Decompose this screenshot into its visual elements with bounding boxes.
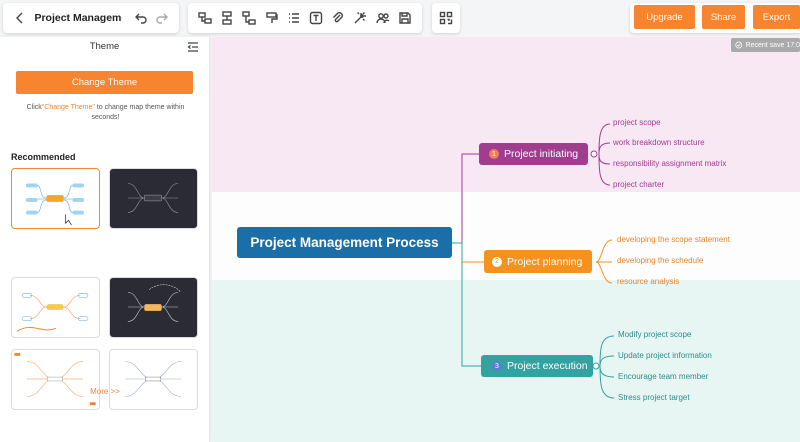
change-theme-hint: Click"Change Theme" to change map theme … (26, 104, 185, 121)
save-status-badge: Recent save 17:0 (731, 38, 800, 52)
check-circle-icon (735, 41, 743, 49)
central-topic[interactable]: Project Management Process (237, 227, 452, 258)
share-button[interactable]: Share (702, 5, 745, 29)
subtopic-icon[interactable] (216, 7, 238, 29)
theme-thumbnail-3[interactable] (11, 277, 100, 338)
branch-label: Project initiating (504, 148, 579, 160)
branch-project-execution[interactable]: 3 Project execution (481, 355, 593, 377)
collaborate-icon[interactable] (372, 7, 394, 29)
theme-thumbnail-6[interactable] (109, 349, 198, 410)
leaf-topic[interactable]: Encourage team member (618, 372, 708, 381)
theme-thumbnail-4[interactable] (109, 277, 198, 338)
leaf-topic[interactable]: Modify project scope (618, 330, 691, 339)
leaf-topic[interactable]: project charter (613, 180, 664, 189)
undo-icon[interactable] (130, 7, 151, 29)
theme-thumbnail-5[interactable] (11, 349, 100, 410)
format-painter-icon[interactable] (261, 7, 283, 29)
attachment-icon[interactable] (327, 7, 349, 29)
branch-label: Project execution (507, 360, 588, 372)
list-icon[interactable] (283, 7, 305, 29)
redo-icon[interactable] (152, 7, 173, 29)
theme-panel: Theme Change Theme Click"Change Theme" t… (0, 37, 210, 442)
branch-number: 2 (492, 256, 502, 267)
change-theme-button[interactable]: Change Theme (16, 71, 193, 94)
branch-number: 3 (492, 361, 502, 371)
back-icon[interactable] (9, 7, 30, 29)
panel-title: Theme (89, 41, 120, 52)
more-themes-link[interactable]: More >> (0, 387, 210, 396)
text-icon[interactable] (305, 7, 327, 29)
leaf-topic[interactable]: developing the schedule (617, 256, 703, 265)
leaf-topic[interactable]: responsibility assignment matrix (613, 159, 726, 168)
leaf-topic[interactable]: work breakdown structure (613, 138, 705, 147)
magic-icon[interactable] (349, 7, 371, 29)
floating-topic-icon[interactable] (238, 7, 260, 29)
branch-label: Project planning (507, 255, 583, 268)
recommended-heading: Recommended (11, 152, 76, 162)
leaf-topic[interactable]: project scope (613, 118, 661, 127)
upgrade-button[interactable]: Upgrade (634, 5, 695, 29)
leaf-topic[interactable]: developing the scope statement (617, 235, 730, 244)
branch-number: 1 (489, 149, 499, 159)
export-button[interactable]: Export (753, 5, 800, 29)
collapse-panel-icon[interactable] (187, 41, 199, 53)
qr-code-icon[interactable] (435, 7, 457, 29)
branch-project-initiating[interactable]: 1 Project initiating (479, 143, 588, 165)
title-toolbar: Project Management ... (3, 3, 179, 33)
save-icon[interactable] (394, 7, 416, 29)
leaf-topic[interactable]: Update project information (618, 351, 712, 360)
topic-icon[interactable] (194, 7, 216, 29)
insert-toolbar (188, 3, 422, 33)
theme-thumbnail-1[interactable] (11, 168, 100, 229)
document-title[interactable]: Project Management ... (34, 12, 122, 24)
leaf-topic[interactable]: resource analysis (617, 277, 679, 286)
leaf-topic[interactable]: Stress project target (618, 393, 690, 402)
theme-thumbnail-2[interactable] (109, 168, 198, 229)
qr-toolbar (432, 3, 460, 33)
branch-project-planning[interactable]: 2 Project planning (484, 250, 592, 273)
